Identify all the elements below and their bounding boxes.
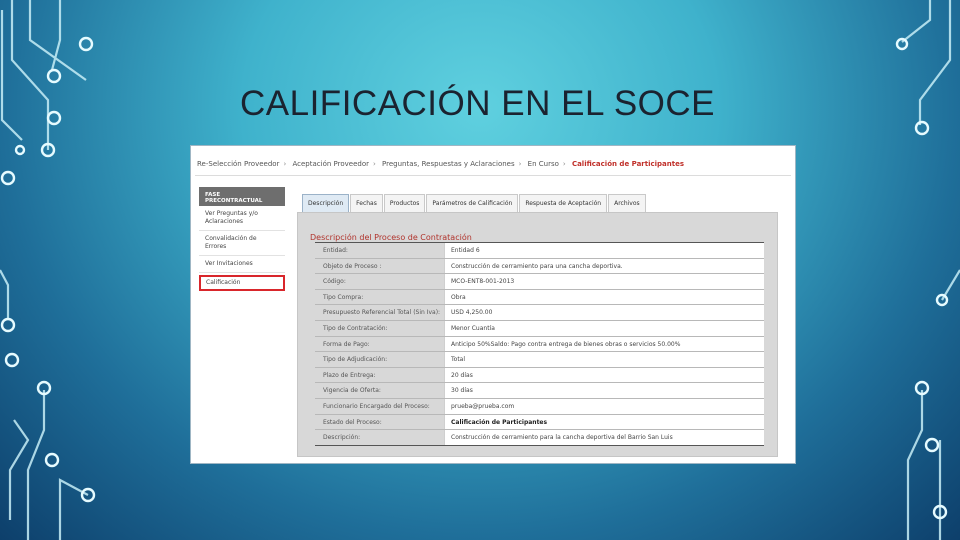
breadcrumb-divider: [195, 175, 791, 176]
table-row: Vigencia de Oferta: 30 días: [315, 383, 764, 399]
field-label: Forma de Pago:: [323, 340, 370, 348]
breadcrumb-item[interactable]: Re-Selección Proveedor: [197, 160, 279, 168]
tab-bar: Descripción Fechas Productos Parámetros …: [302, 194, 647, 212]
field-label: Objeto de Proceso :: [323, 262, 382, 270]
breadcrumb-separator: ›: [373, 160, 376, 168]
table-row: Tipo de Adjudicación: Total: [315, 352, 764, 368]
breadcrumb-item[interactable]: Preguntas, Respuestas y Aclaraciones: [382, 160, 515, 168]
field-value: Total: [444, 352, 764, 367]
field-value: Calificación de Participantes: [444, 414, 764, 430]
field-value: USD 4,250.00: [444, 305, 764, 320]
table-row: Estado del Proceso: Calificación de Parti…: [315, 414, 764, 431]
details-table: Entidad: Entidad 6 Objeto de Proceso : Con…: [315, 242, 764, 446]
table-row: Tipo de Contratación: Menor Cuantía: [315, 320, 764, 337]
field-value: Obra: [444, 289, 764, 305]
table-row: Código: MCO-ENT8-001-2013: [315, 274, 764, 290]
field-value: Menor Cuantía: [444, 320, 764, 336]
sidebar-item-calificacion[interactable]: Calificación: [199, 275, 285, 291]
sidebar-item-preguntas[interactable]: Ver Preguntas y/o Aclaraciones: [199, 206, 285, 231]
tab-panel: Descripción del Proceso de Contratación …: [297, 212, 778, 457]
table-row: Entidad: Entidad 6: [315, 243, 764, 259]
breadcrumb-separator: ›: [283, 160, 287, 168]
table-row: Presupuesto Referencial Total (Sin Iva):…: [315, 305, 764, 321]
field-label: Tipo de Adjudicación:: [323, 356, 388, 364]
sidebar: FASE PRECONTRACTUAL Ver Preguntas y/o Ac…: [199, 187, 285, 293]
field-label: Entidad:: [323, 247, 348, 254]
slide-title: CALIFICACIÓN EN EL SOCE: [240, 84, 716, 123]
field-value: MCO-ENT8-001-2013: [444, 274, 764, 289]
tab-archivos[interactable]: Archivos: [608, 194, 646, 212]
tab-respuesta[interactable]: Respuesta de Aceptación: [519, 194, 608, 212]
breadcrumb-current: Calificación de Participantes: [571, 160, 685, 168]
breadcrumb-separator: ›: [518, 160, 522, 168]
field-label: Código:: [323, 278, 346, 286]
tab-fechas[interactable]: Fechas: [350, 194, 383, 212]
table-row: Tipo Compra: Obra: [315, 289, 764, 306]
section-title: Descripción del Proceso de Contratación: [310, 233, 472, 242]
tab-descripcion[interactable]: Descripción: [302, 194, 350, 212]
field-label: Presupuesto Referencial Total (Sin Iva):: [323, 309, 441, 317]
field-value: 30 días: [444, 383, 764, 398]
tab-parametros[interactable]: Parámetros de Calificación: [426, 194, 519, 212]
breadcrumb: Re-Selección Proveedor › Aceptación Prove…: [197, 160, 789, 174]
table-row: Forma de Pago: Anticipo 50%Saldo: Pago co…: [315, 336, 764, 353]
field-value: prueba@prueba.com: [444, 398, 764, 414]
sidebar-item-convalidacion[interactable]: Convalidación de Errores: [199, 231, 285, 256]
field-label: Tipo de Contratación:: [323, 324, 388, 332]
field-value: Anticipo 50%Saldo: Pago contra entrega d…: [444, 336, 764, 352]
field-label: Vigencia de Oferta:: [323, 387, 381, 395]
field-label: Tipo Compra:: [323, 293, 364, 301]
table-row: Objeto de Proceso : Construcción de cerra…: [315, 258, 764, 275]
sidebar-header: FASE PRECONTRACTUAL: [199, 187, 285, 206]
table-row: Descripción: Construcción de cerramiento …: [315, 430, 764, 446]
sidebar-item-invitaciones[interactable]: Ver Invitaciones: [199, 256, 285, 273]
field-label: Estado del Proceso:: [323, 418, 382, 426]
field-value: Construcción de cerramiento para la canc…: [444, 430, 764, 445]
breadcrumb-item[interactable]: En Curso: [528, 160, 559, 168]
field-label: Descripción:: [323, 434, 361, 442]
field-label: Plazo de Entrega:: [323, 371, 376, 379]
field-value: Entidad 6: [444, 243, 764, 258]
screenshot-panel: Re-Selección Proveedor › Aceptación Prove…: [191, 146, 795, 463]
breadcrumb-separator: ›: [562, 160, 566, 168]
tab-productos[interactable]: Productos: [383, 194, 426, 212]
breadcrumb-item[interactable]: Aceptación Proveedor: [292, 160, 369, 168]
table-row: Funcionario Encargado del Proceso: prueba…: [315, 398, 764, 415]
field-value: Construcción de cerramiento para una can…: [444, 258, 764, 274]
field-value: 20 días: [444, 367, 764, 383]
field-label: Funcionario Encargado del Proceso:: [323, 402, 430, 410]
table-row: Plazo de Entrega: 20 días: [315, 367, 764, 384]
